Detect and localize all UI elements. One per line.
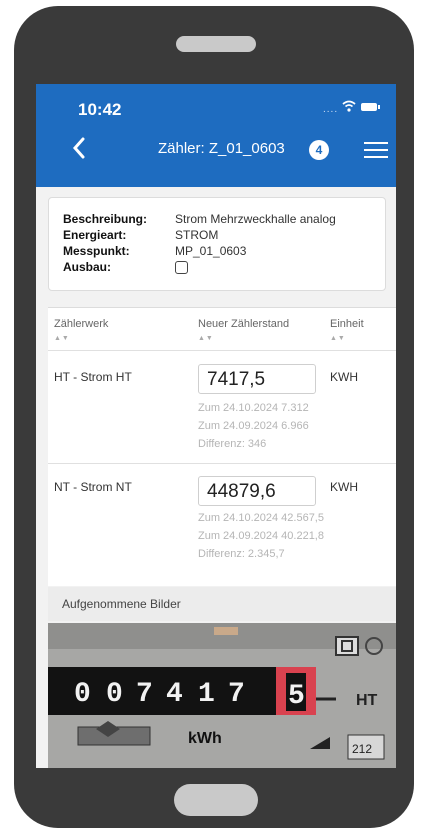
- column-header-unit[interactable]: Einheit: [330, 318, 364, 330]
- reading-input-ht[interactable]: 7417,5: [198, 364, 316, 394]
- images-section-header: Aufgenommene Bilder: [48, 587, 396, 621]
- removal-label: Ausbau:: [63, 260, 111, 274]
- meter-info-card: Beschreibung: Strom Mehrzweckhalle analo…: [48, 197, 386, 291]
- signal-dots: ....: [323, 104, 339, 115]
- meter-digit: 4: [166, 679, 183, 710]
- unit-nt: KWH: [330, 480, 358, 494]
- status-time: 10:42: [78, 100, 122, 119]
- back-chevron-icon[interactable]: [70, 136, 88, 160]
- header-divider: [48, 350, 396, 351]
- meter-photo-drawing: HT 0 0 7 4 1 7 5 kWh 212: [48, 623, 396, 768]
- meter-counter-value: 212: [352, 742, 372, 756]
- meter-name-nt: NT - Strom NT: [54, 480, 132, 494]
- history-ht-2: Zum 24.09.2024 6.966: [198, 420, 309, 432]
- description-value: Strom Mehrzweckhalle analog: [175, 212, 336, 226]
- removal-checkbox[interactable]: [175, 261, 188, 274]
- app-header: 10:42 .... Zähler: Z_01_0603 4: [36, 84, 396, 187]
- hamburger-menu-icon[interactable]: [364, 140, 388, 160]
- main-content: Beschreibung: Strom Mehrzweckhalle analo…: [36, 187, 396, 768]
- battery-icon: [361, 103, 380, 111]
- meter-digit: 7: [228, 679, 245, 710]
- row-divider: [48, 463, 396, 464]
- speaker-grille: [176, 36, 256, 52]
- column-header-new-reading[interactable]: Neuer Zählerstand: [198, 318, 289, 330]
- phone-frame: 10:42 .... Zähler: Z_01_0603 4 Beschreib…: [14, 6, 414, 828]
- readings-table: Zählerwerk ▲▼ Neuer Zählerstand ▲▼ Einhe…: [48, 307, 396, 586]
- meter-photo[interactable]: HT 0 0 7 4 1 7 5 kWh 212: [48, 623, 396, 768]
- history-nt-1: Zum 24.10.2024 42.567,5: [198, 512, 324, 524]
- reading-input-nt[interactable]: 44879,6: [198, 476, 316, 506]
- description-label: Beschreibung:: [63, 212, 148, 226]
- measure-point-label: Messpunkt:: [63, 244, 130, 258]
- meter-name-ht: HT - Strom HT: [54, 370, 132, 384]
- wifi-icon: [342, 100, 356, 112]
- meter-digit: 1: [198, 679, 215, 710]
- meter-digit: 0: [106, 679, 123, 710]
- sort-icon[interactable]: ▲▼: [330, 335, 346, 342]
- meter-digit: 5: [288, 681, 305, 712]
- history-nt-2: Zum 24.09.2024 40.221,8: [198, 530, 324, 542]
- measure-point-value: MP_01_0603: [175, 244, 247, 258]
- energy-type-value: STROM: [175, 228, 219, 242]
- meter-digit: 0: [74, 679, 91, 710]
- meter-digit: 7: [136, 679, 153, 710]
- meter-unit-label: kWh: [188, 730, 222, 747]
- energy-type-label: Energieart:: [63, 228, 127, 242]
- app-screen: 10:42 .... Zähler: Z_01_0603 4 Beschreib…: [36, 84, 396, 768]
- sort-icon[interactable]: ▲▼: [54, 335, 70, 342]
- difference-nt: Differenz: 2.345,7: [198, 548, 285, 560]
- history-ht-1: Zum 24.10.2024 7.312: [198, 402, 309, 414]
- count-badge: 4: [309, 140, 329, 160]
- column-header-meter[interactable]: Zählerwerk: [54, 318, 108, 330]
- unit-ht: KWH: [330, 370, 358, 384]
- difference-ht: Differenz: 346: [198, 438, 267, 450]
- home-button[interactable]: [174, 784, 258, 816]
- sort-icon[interactable]: ▲▼: [198, 335, 214, 342]
- page-title: Zähler: Z_01_0603: [158, 140, 285, 157]
- meter-photo-label: HT: [356, 692, 378, 709]
